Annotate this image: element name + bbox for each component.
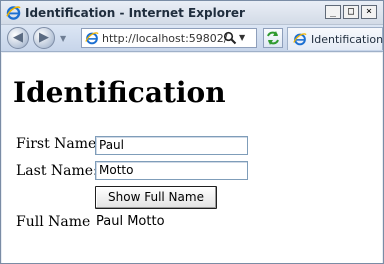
maximize-button[interactable]: □ — [343, 5, 359, 19]
full-name-value: Paul Motto — [96, 214, 165, 229]
browser-window: Identification - Internet Explorer _ □ ×… — [0, 0, 384, 264]
search-icon[interactable] — [223, 31, 237, 45]
tab-label: Identification — [311, 33, 384, 46]
full-name-label: Full Name — [16, 214, 91, 230]
back-arrow-icon: ◀ — [13, 30, 23, 45]
first-name-label: First Name: — [16, 136, 102, 152]
minimize-button[interactable]: _ — [325, 5, 341, 19]
last-name-field[interactable]: Motto — [95, 161, 248, 180]
address-bar[interactable]: http://localhost:59802/ ▼ — [81, 28, 257, 48]
chevron-down-icon[interactable]: ▼ — [239, 33, 245, 42]
window-controls: _ □ × — [325, 5, 377, 19]
page-content: Identification First Name: Paul Last Nam… — [2, 53, 382, 263]
close-button[interactable]: × — [361, 5, 377, 19]
ie-logo-icon — [6, 6, 21, 20]
ie-logo-icon — [293, 33, 307, 46]
last-name-label: Last Name: — [16, 163, 98, 179]
refresh-icon — [267, 31, 279, 45]
title-bar: Identification - Internet Explorer _ □ × — [1, 1, 383, 25]
forward-button[interactable]: ▶ — [33, 27, 55, 49]
navigation-bar: ◀ ▶ ▼ http://localhost:59802/ ▼ Identifi… — [1, 25, 383, 52]
refresh-button[interactable] — [263, 28, 283, 48]
address-text[interactable]: http://localhost:59802/ — [102, 32, 230, 45]
back-button[interactable]: ◀ — [7, 27, 29, 49]
window-title: Identification - Internet Explorer — [25, 6, 245, 20]
ie-logo-icon — [85, 32, 99, 45]
first-name-field[interactable]: Paul — [95, 136, 248, 155]
tab-identification[interactable]: Identification — [287, 27, 383, 50]
show-full-name-button[interactable]: Show Full Name — [95, 186, 217, 209]
forward-arrow-icon: ▶ — [39, 30, 49, 45]
page-title: Identification — [13, 76, 226, 109]
recent-pages-dropdown[interactable]: ▼ — [60, 34, 66, 43]
